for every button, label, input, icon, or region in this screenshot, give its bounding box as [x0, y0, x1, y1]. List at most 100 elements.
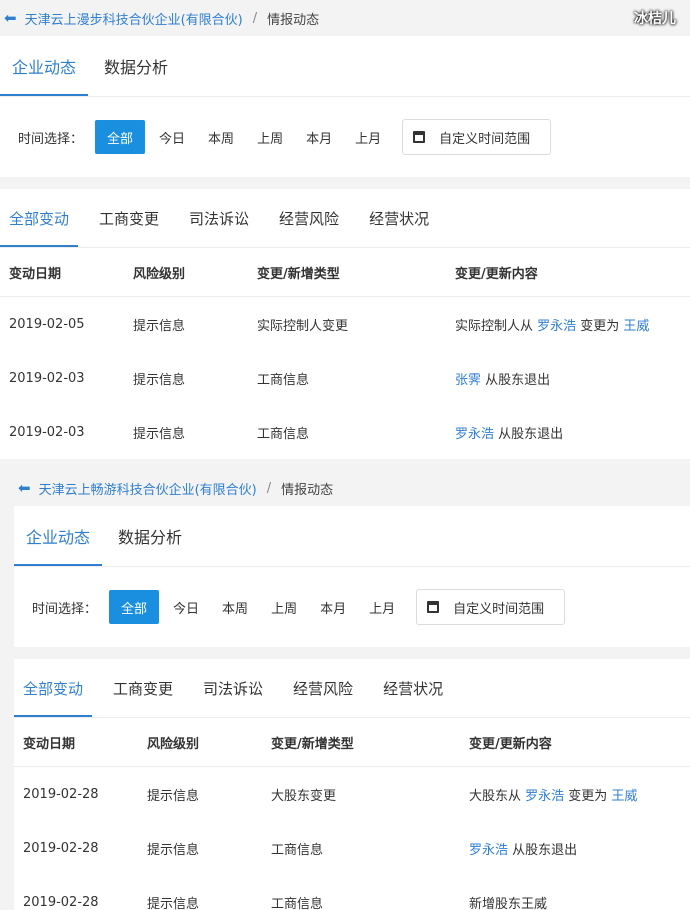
cell-date: 2019-02-03	[9, 424, 85, 440]
tab-operating-status[interactable]: 经营状况	[374, 659, 452, 717]
header-risk-level: 风险级别	[138, 718, 262, 767]
cell-date: 2019-02-28	[23, 840, 99, 856]
breadcrumb-separator: /	[252, 10, 258, 26]
cell-risk-level: 提示信息	[133, 318, 186, 334]
header-change-content: 变更/更新内容	[460, 718, 690, 767]
tab-data-analysis[interactable]: 数据分析	[92, 36, 180, 96]
breadcrumb: ⬅ 天津云上漫步科技合伙企业(有限合伙) / 情报动态	[0, 0, 690, 36]
tab-operating-risk[interactable]: 经营风险	[284, 659, 362, 717]
person-link[interactable]: 罗永浩	[537, 319, 576, 334]
cell-date: 2019-02-03	[9, 370, 85, 386]
table-row: 2019-02-28 提示信息 大股东变更 大股东从 罗永浩 变更为 王威	[14, 767, 690, 822]
cell-risk-level: 提示信息	[133, 372, 186, 388]
cell-change-type: 大股东变更	[271, 788, 337, 804]
table-header-row: 变动日期 风险级别 变更/新增类型 变更/更新内容	[0, 248, 690, 297]
filter-all-button[interactable]: 全部	[95, 120, 146, 154]
filter-today-button[interactable]: 今日	[149, 120, 195, 154]
header-change-date: 变动日期	[14, 718, 138, 767]
table-header-row: 变动日期 风险级别 变更/新增类型 变更/更新内容	[14, 718, 690, 767]
filter-this-week-button[interactable]: 本周	[198, 120, 244, 154]
table-row: 2019-02-03 提示信息 工商信息 罗永浩 从股东退出	[0, 405, 690, 459]
screenshot-panel-1: ⬅ 天津云上漫步科技合伙企业(有限合伙) / 情报动态 企业动态 数据分析 时间…	[0, 0, 690, 462]
filter-last-week-button[interactable]: 上周	[247, 120, 293, 154]
filter-this-week-button[interactable]: 本周	[212, 590, 258, 624]
content-text: 变更为	[576, 318, 624, 334]
content-text: 从股东退出	[481, 372, 551, 388]
person-link[interactable]: 罗永浩	[469, 843, 508, 858]
header-change-type: 变更/新增类型	[262, 718, 460, 767]
header-change-type: 变更/新增类型	[248, 248, 446, 297]
filter-all-button[interactable]: 全部	[109, 590, 160, 624]
person-link[interactable]: 王威	[623, 319, 649, 334]
custom-range-label: 自定义时间范围	[453, 601, 545, 617]
cell-date: 2019-02-28	[23, 786, 99, 802]
changes-table: 变动日期 风险级别 变更/新增类型 变更/更新内容 2019-02-28 提示信…	[14, 718, 690, 910]
tab-data-analysis[interactable]: 数据分析	[106, 506, 194, 566]
breadcrumb-current: 情报动态	[281, 482, 334, 498]
tab-all-changes[interactable]: 全部变动	[0, 189, 79, 247]
cell-risk-level: 提示信息	[147, 896, 200, 910]
cell-change-content: 张霁 从股东退出	[446, 351, 690, 405]
time-filter-bar: 时间选择： 全部 今日 本周 上周 本月 上月 自定义时间范围	[0, 97, 690, 177]
cell-change-content: 实际控制人从 罗永浩 变更为 王威	[446, 297, 690, 352]
filter-last-month-button[interactable]: 上月	[359, 590, 405, 624]
breadcrumb-company-link[interactable]: 天津云上畅游科技合伙企业(有限合伙)	[39, 479, 257, 498]
tab-business-changes[interactable]: 工商变更	[104, 659, 182, 717]
header-change-content: 变更/更新内容	[446, 248, 690, 297]
filter-today-button[interactable]: 今日	[163, 590, 209, 624]
cell-change-content: 罗永浩 从股东退出	[460, 821, 690, 875]
top-tab-bar: 企业动态 数据分析	[0, 36, 690, 97]
filter-this-month-button[interactable]: 本月	[296, 120, 342, 154]
header-risk-level: 风险级别	[124, 248, 248, 297]
tab-business-changes[interactable]: 工商变更	[90, 189, 168, 247]
calendar-icon	[413, 131, 426, 143]
content-text: 从股东退出	[508, 842, 578, 858]
person-link[interactable]: 罗永浩	[455, 427, 494, 442]
time-filter-label: 时间选择：	[18, 131, 84, 147]
tab-company-news[interactable]: 企业动态	[0, 36, 89, 96]
cell-date: 2019-02-05	[9, 316, 85, 332]
filter-last-week-button[interactable]: 上周	[261, 590, 307, 624]
person-link[interactable]: 张霁	[455, 373, 481, 388]
tab-all-changes[interactable]: 全部变动	[14, 659, 93, 717]
tab-operating-risk[interactable]: 经营风险	[270, 189, 348, 247]
tab-operating-status[interactable]: 经营状况	[360, 189, 438, 247]
table-row: 2019-02-05 提示信息 实际控制人变更 实际控制人从 罗永浩 变更为 王…	[0, 297, 690, 352]
cell-change-content: 新增股东王威	[469, 896, 548, 910]
header-change-date: 变动日期	[0, 248, 124, 297]
breadcrumb-current: 情报动态	[267, 12, 320, 28]
time-filter-label: 时间选择：	[32, 601, 98, 617]
filter-last-month-button[interactable]: 上月	[345, 120, 391, 154]
filter-this-month-button[interactable]: 本月	[310, 590, 356, 624]
content-text: 大股东从	[469, 788, 526, 804]
cell-change-type: 工商信息	[257, 426, 310, 442]
tab-company-news[interactable]: 企业动态	[14, 506, 103, 566]
table-row: 2019-02-28 提示信息 工商信息 新增股东王威	[14, 875, 690, 910]
top-tab-bar: 企业动态 数据分析	[14, 506, 690, 567]
custom-range-label: 自定义时间范围	[439, 131, 531, 147]
cell-change-content: 大股东从 罗永浩 变更为 王威	[460, 767, 690, 822]
changes-table: 变动日期 风险级别 变更/新增类型 变更/更新内容 2019-02-05 提示信…	[0, 248, 690, 459]
cell-change-type: 实际控制人变更	[257, 318, 349, 334]
cell-risk-level: 提示信息	[133, 426, 186, 442]
custom-range-picker[interactable]: 自定义时间范围	[402, 119, 552, 155]
cell-risk-level: 提示信息	[147, 788, 200, 804]
tab-judicial-litigation[interactable]: 司法诉讼	[180, 189, 258, 247]
cell-change-type: 工商信息	[271, 896, 324, 910]
breadcrumb-company-link[interactable]: 天津云上漫步科技合伙企业(有限合伙)	[25, 9, 243, 28]
change-type-tab-bar: 全部变动 工商变更 司法诉讼 经营风险 经营状况	[0, 189, 690, 248]
back-arrow-icon[interactable]: ⬅	[4, 9, 17, 27]
back-arrow-icon[interactable]: ⬅	[18, 479, 31, 497]
time-filter-bar: 时间选择： 全部 今日 本周 上周 本月 上月 自定义时间范围	[14, 567, 690, 647]
cell-change-content: 罗永浩 从股东退出	[446, 405, 690, 459]
content-text: 变更为	[564, 788, 612, 804]
cell-change-type: 工商信息	[257, 372, 310, 388]
table-row: 2019-02-28 提示信息 工商信息 罗永浩 从股东退出	[14, 821, 690, 875]
person-link[interactable]: 罗永浩	[525, 789, 564, 804]
breadcrumb-separator: /	[266, 480, 272, 496]
watermark-text: 冰桔儿	[634, 11, 676, 27]
person-link[interactable]: 王威	[611, 789, 637, 804]
custom-range-picker[interactable]: 自定义时间范围	[416, 589, 566, 625]
tab-judicial-litigation[interactable]: 司法诉讼	[194, 659, 272, 717]
content-text: 实际控制人从	[455, 318, 538, 334]
